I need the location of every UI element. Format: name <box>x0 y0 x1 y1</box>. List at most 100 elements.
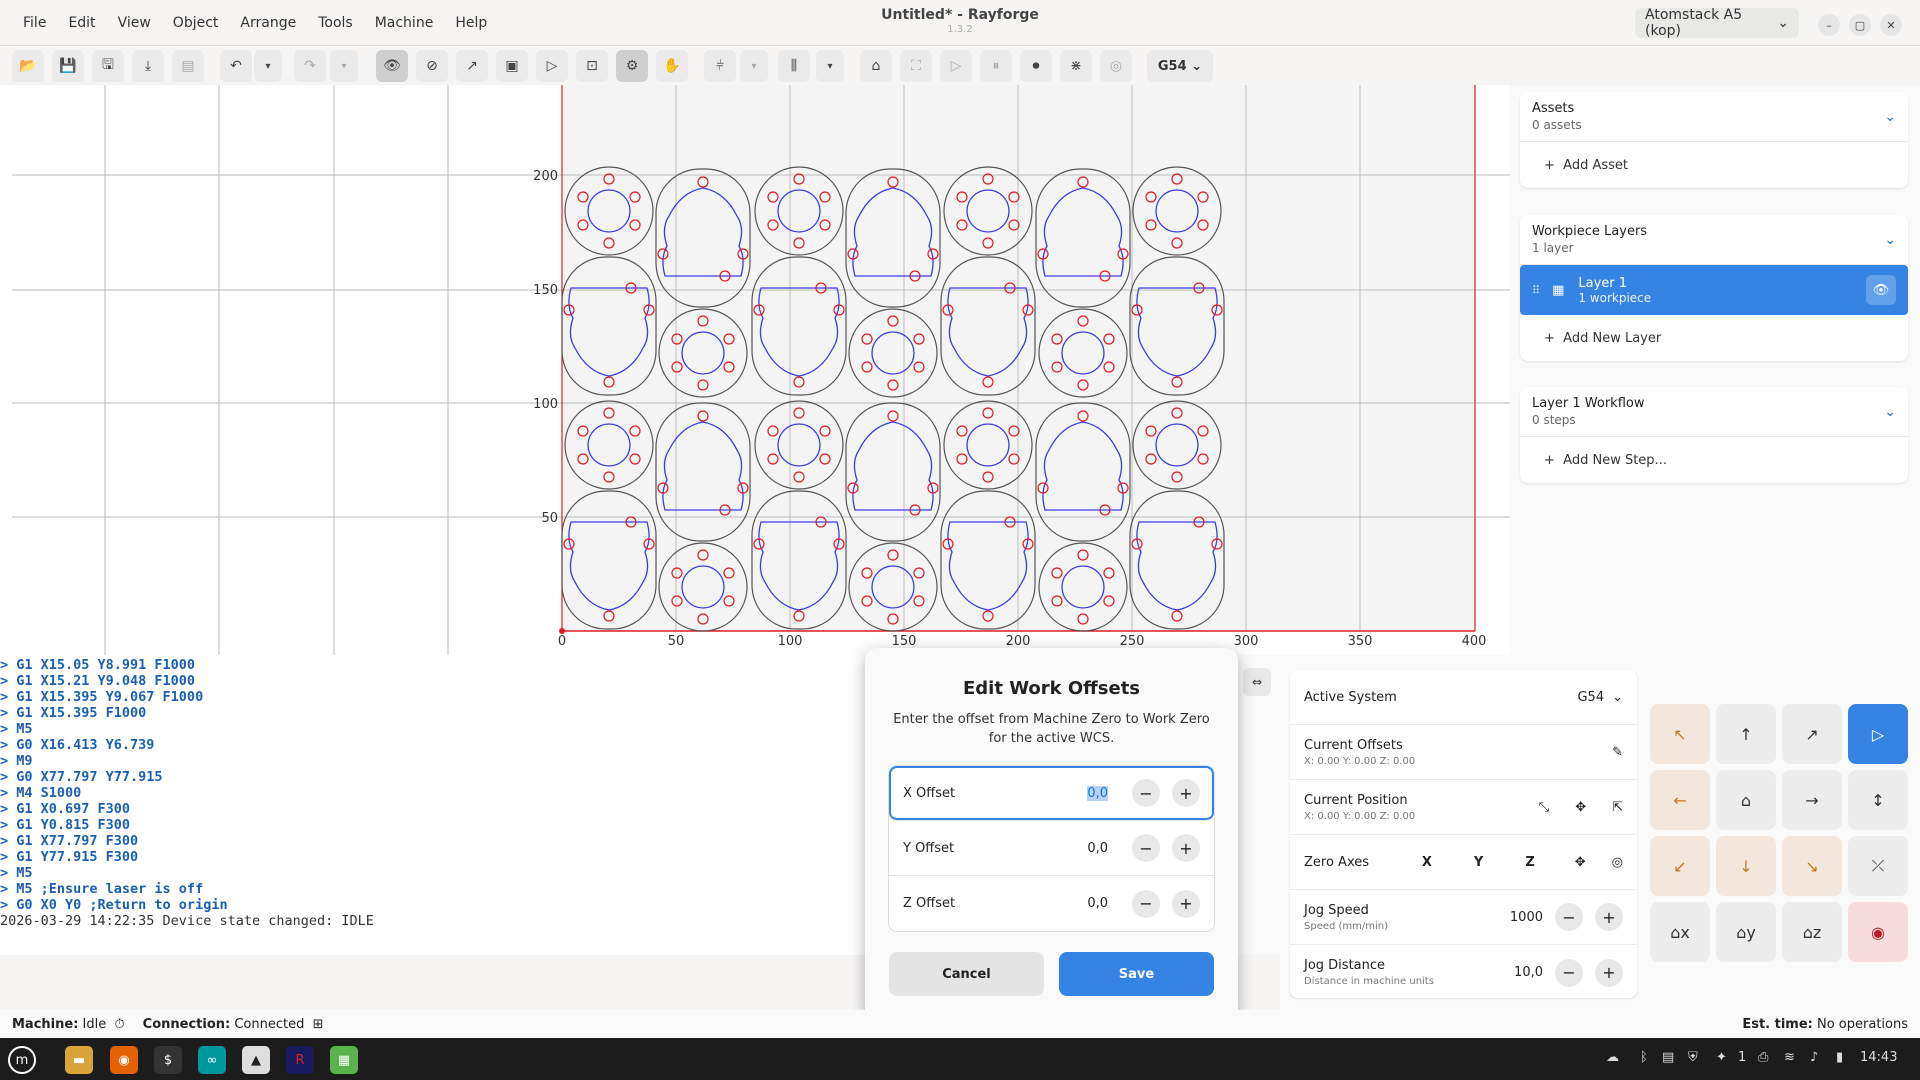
active-system-select[interactable]: G54 <box>1577 690 1604 705</box>
jog-up-left-button[interactable]: ↖ <box>1650 704 1710 764</box>
hide-travel-icon[interactable]: ⊘ <box>416 50 448 82</box>
plus-icon[interactable]: + <box>1595 903 1623 931</box>
eye-icon[interactable]: 👁 <box>1866 275 1896 305</box>
home-z-button[interactable]: ⌂z <box>1782 902 1842 962</box>
plus-icon[interactable]: + <box>1595 958 1623 987</box>
pause-icon[interactable]: ⏸ <box>980 50 1012 82</box>
workflow-header[interactable]: Layer 1 Workflow 0 steps ⌄ <box>1520 387 1908 437</box>
undo-icon[interactable]: ↶ <box>220 50 252 82</box>
cloud-icon[interactable]: ☁ <box>1606 1050 1619 1065</box>
layers-header[interactable]: Workpiece Layers 1 layer ⌄ <box>1520 215 1908 265</box>
show-workpieces-icon[interactable]: 👁 <box>376 50 408 82</box>
chevron-down-icon[interactable]: ⌄ <box>1884 404 1896 420</box>
drag-handle-icon[interactable]: ⠿ <box>1532 284 1540 297</box>
plus-icon[interactable]: + <box>1172 889 1200 918</box>
menu-item-tools[interactable]: Tools <box>307 15 364 31</box>
wifi-icon[interactable]: ≋ <box>1784 1050 1795 1065</box>
expand-icon[interactable]: ⇔ <box>1243 668 1271 696</box>
simulate-icon[interactable]: ▷ <box>536 50 568 82</box>
jog-home-button[interactable]: ⌂ <box>1716 770 1776 830</box>
play-icon[interactable]: ▷ <box>1848 704 1908 764</box>
jog-left-button[interactable]: ← <box>1650 770 1710 830</box>
layer-row[interactable]: ⠿ ▦ Layer 11 workpiece 👁 <box>1520 265 1908 315</box>
rayforge-icon[interactable]: R <box>286 1046 314 1074</box>
save-as-icon[interactable]: 🖫 <box>92 50 124 82</box>
move-icon[interactable]: ✥ <box>1575 800 1586 815</box>
chevron-down-icon[interactable]: ⌄ <box>1612 690 1623 705</box>
battery-icon[interactable]: ▮ <box>1836 1050 1843 1065</box>
stop-icon[interactable]: ⏺ <box>1020 50 1052 82</box>
menu-item-file[interactable]: File <box>12 15 57 31</box>
y-offset-input[interactable]: 0,0 <box>1068 841 1108 856</box>
zero-y-button[interactable]: Y <box>1474 855 1483 870</box>
z-offset-input[interactable]: 0,0 <box>1068 896 1108 911</box>
jog-z-button[interactable]: ↕ <box>1848 770 1908 830</box>
zero-z-button[interactable]: Z <box>1525 855 1534 870</box>
inkscape-icon[interactable]: ▲ <box>242 1046 270 1074</box>
assets-header[interactable]: Assets 0 assets ⌄ <box>1520 92 1908 142</box>
gcode-preview-icon[interactable]: ▣ <box>496 50 528 82</box>
align-icon[interactable]: ⫩ <box>704 50 736 82</box>
menu-item-arrange[interactable]: Arrange <box>229 15 307 31</box>
import-icon[interactable]: ⤓ <box>132 50 164 82</box>
files-icon[interactable]: ▬ <box>65 1046 93 1074</box>
home-icon[interactable]: ⌂ <box>860 50 892 82</box>
jog-right-button[interactable]: → <box>1782 770 1842 830</box>
minus-icon[interactable]: − <box>1555 903 1583 931</box>
chevron-down-icon[interactable]: ⌄ <box>1884 232 1896 248</box>
jog-speed-value[interactable]: 1000 <box>1510 910 1543 925</box>
menu-item-edit[interactable]: Edit <box>57 15 106 31</box>
menu-item-object[interactable]: Object <box>162 15 230 31</box>
gcode-console[interactable]: > G1 X15.05 Y8.991 F1000 > G1 X15.21 Y9.0… <box>0 655 870 955</box>
jog-down-button[interactable]: ↓ <box>1716 836 1776 896</box>
undo-history-button[interactable]: ▾ <box>254 50 282 82</box>
jog-up-button[interactable]: ↑ <box>1716 704 1776 764</box>
align-menu-button[interactable]: ▾ <box>740 50 768 82</box>
work-canvas[interactable]: 0 50 100 150 200 250 300 350 400 50 100 … <box>0 85 1510 655</box>
jog-down-left-button[interactable]: ↙ <box>1650 836 1710 896</box>
pan-icon[interactable]: ✋ <box>656 50 688 82</box>
jog-down-right-button[interactable]: ↘ <box>1782 836 1842 896</box>
bluetooth-icon[interactable]: ᛒ <box>1640 1050 1648 1065</box>
cancel-button[interactable]: Cancel <box>889 952 1044 996</box>
minus-icon[interactable]: − <box>1132 779 1160 807</box>
add-layer-button[interactable]: + Add New Layer <box>1520 315 1908 361</box>
machine-selector[interactable]: Atomstack A5 (kop) ⌄ <box>1635 7 1799 39</box>
camera-icon[interactable]: ⚙ <box>616 50 648 82</box>
home-y-button[interactable]: ⌂y <box>1716 902 1776 962</box>
close-button[interactable]: ✕ <box>1880 14 1902 36</box>
target-icon[interactable]: ◎ <box>1612 855 1623 870</box>
arduino-icon[interactable]: ∞ <box>198 1046 226 1074</box>
air-assist-icon[interactable]: ⋇ <box>1060 50 1092 82</box>
minus-icon[interactable]: − <box>1555 958 1583 987</box>
frame-job-icon[interactable]: ⛶ <box>900 50 932 82</box>
focus-icon[interactable]: ◎ <box>1100 50 1132 82</box>
home-x-button[interactable]: ⌂x <box>1650 902 1710 962</box>
menu-item-help[interactable]: Help <box>444 15 498 31</box>
maximize-button[interactable]: ▢ <box>1849 14 1871 36</box>
menu-item-view[interactable]: View <box>107 15 162 31</box>
minimize-button[interactable]: – <box>1818 14 1840 36</box>
save-button[interactable]: Save <box>1059 952 1214 996</box>
emergency-stop-button[interactable]: ◉ <box>1848 902 1908 962</box>
plus-icon[interactable]: + <box>1172 779 1200 807</box>
shield-icon[interactable]: ⛨ <box>1688 1050 1698 1065</box>
terminal-icon[interactable]: $ <box>154 1046 182 1074</box>
jog-distance-value[interactable]: 10,0 <box>1514 965 1543 980</box>
minus-icon[interactable]: − <box>1132 889 1160 918</box>
minus-icon[interactable]: − <box>1132 834 1160 862</box>
wcs-selector[interactable]: G54 ⌄ <box>1147 50 1213 82</box>
set-origin-icon[interactable]: ⤡ <box>1539 800 1549 815</box>
add-step-button[interactable]: + Add New Step... <box>1520 437 1908 483</box>
volume-icon[interactable]: ♪ <box>1810 1050 1818 1065</box>
canvas-svg[interactable]: 0 50 100 150 200 250 300 350 400 50 100 … <box>0 85 1510 655</box>
open-icon[interactable]: 📂 <box>12 50 44 82</box>
travel-moves-icon[interactable]: ↗ <box>456 50 488 82</box>
mint-menu-icon[interactable]: m <box>8 1046 36 1074</box>
export-icon[interactable]: ▤ <box>172 50 204 82</box>
jog-z-collapse-button[interactable]: ⤫ <box>1848 836 1908 896</box>
firefox-icon[interactable]: ◉ <box>110 1046 138 1074</box>
zero-all-icon[interactable]: ✥ <box>1575 855 1586 870</box>
plus-icon[interactable]: + <box>1172 834 1200 862</box>
jog-up-right-button[interactable]: ↗ <box>1782 704 1842 764</box>
